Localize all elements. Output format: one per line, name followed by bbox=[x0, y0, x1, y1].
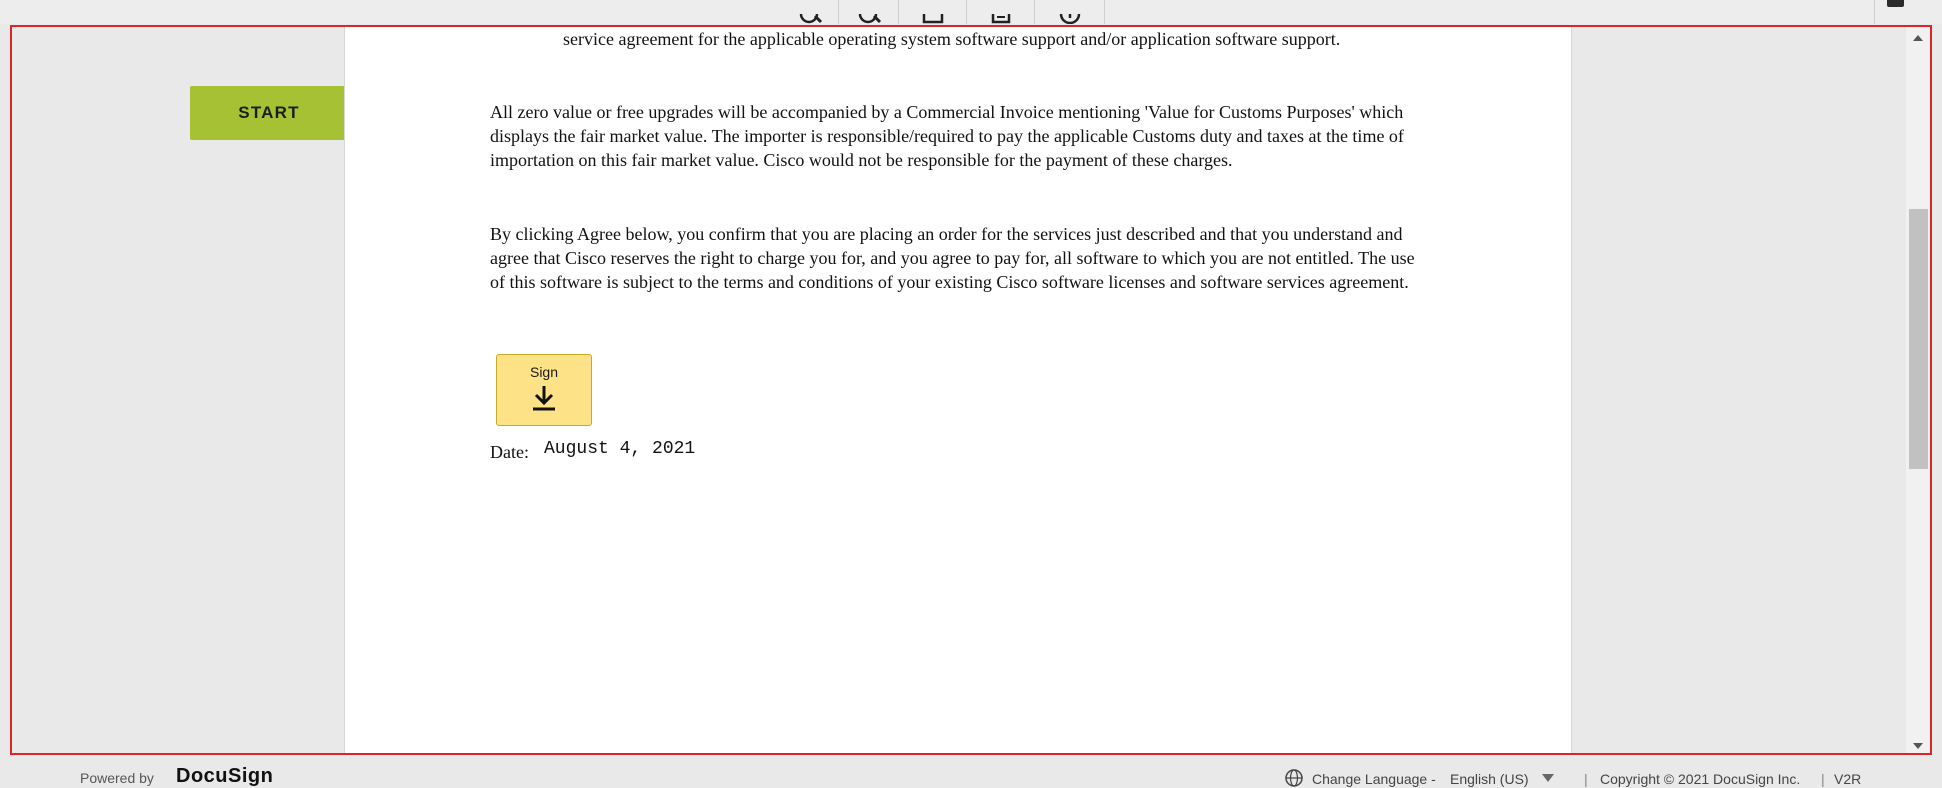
print-button[interactable] bbox=[967, 0, 1035, 24]
footer: Powered by DocuSign Change Language - En… bbox=[0, 756, 1942, 787]
copyright-text: Copyright © 2021 DocuSign Inc. bbox=[1600, 771, 1801, 787]
toolbar bbox=[0, 0, 1942, 24]
scroll-up-button[interactable] bbox=[1906, 27, 1930, 49]
sign-label: Sign bbox=[529, 364, 559, 380]
change-language-link[interactable]: Change Language - bbox=[1312, 771, 1436, 787]
divider: | bbox=[1584, 771, 1588, 787]
date-label: Date: bbox=[490, 442, 529, 462]
start-button[interactable]: START bbox=[190, 86, 348, 140]
divider: | bbox=[1821, 771, 1825, 787]
zoom-out-icon bbox=[858, 14, 881, 24]
scroll-down-button[interactable] bbox=[1906, 735, 1930, 753]
vertical-scrollbar[interactable] bbox=[1906, 27, 1930, 753]
download-icon bbox=[922, 14, 943, 24]
info-button[interactable] bbox=[1035, 0, 1105, 24]
caret-up-icon bbox=[1913, 35, 1923, 41]
version-text: V2R bbox=[1834, 771, 1862, 787]
paragraph-customs: All zero value or free upgrades will be … bbox=[490, 102, 1404, 170]
download-button[interactable] bbox=[899, 0, 967, 24]
scroll-thumb[interactable] bbox=[1909, 209, 1928, 469]
more-button[interactable] bbox=[1874, 0, 1910, 24]
paragraph-top: service agreement for the applicable ope… bbox=[563, 29, 1341, 49]
globe-icon bbox=[1285, 769, 1303, 787]
zoom-in-icon bbox=[799, 14, 822, 24]
docusign-logo: DocuSign bbox=[176, 765, 274, 787]
zoom-out-button[interactable] bbox=[839, 0, 899, 24]
document-page: service agreement for the applicable ope… bbox=[344, 27, 1572, 753]
download-arrow-icon bbox=[533, 386, 555, 411]
info-icon bbox=[1059, 14, 1080, 24]
document-viewer: START service agreement for the applicab… bbox=[10, 25, 1932, 755]
zoom-in-button[interactable] bbox=[781, 0, 839, 24]
caret-down-icon bbox=[1913, 743, 1923, 749]
sign-here-tag[interactable]: Sign bbox=[496, 354, 592, 426]
language-select[interactable]: English (US) bbox=[1450, 771, 1529, 787]
paragraph-agreement: By clicking Agree below, you confirm tha… bbox=[490, 224, 1415, 292]
menu-icon bbox=[1887, 0, 1904, 7]
chevron-down-icon[interactable] bbox=[1542, 774, 1554, 782]
powered-by-text: Powered by bbox=[80, 770, 154, 786]
date-signed-value: August 4, 2021 bbox=[544, 439, 696, 459]
print-icon bbox=[991, 14, 1010, 24]
